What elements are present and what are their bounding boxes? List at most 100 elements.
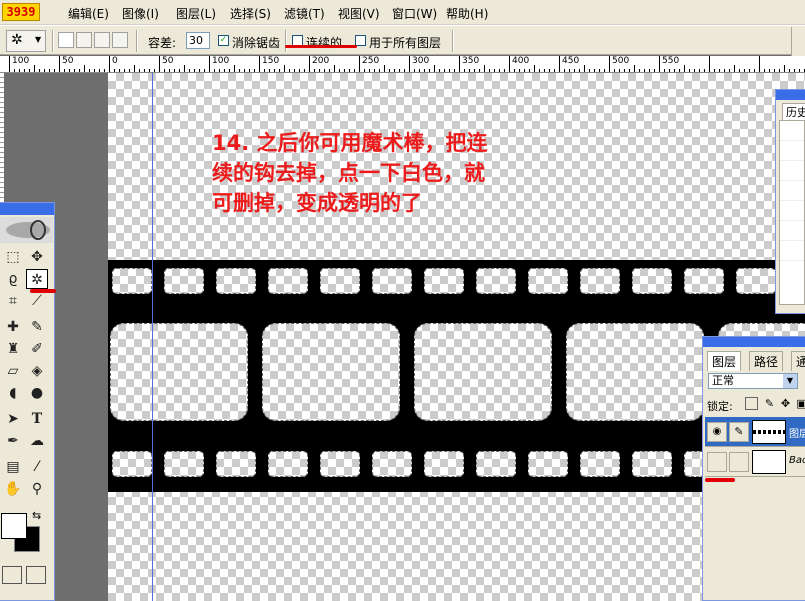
red-marker xyxy=(30,289,56,293)
eye-icon[interactable]: ◉ xyxy=(707,422,727,442)
brush-icon[interactable]: ✎ xyxy=(729,452,749,472)
history-row[interactable] xyxy=(780,161,804,181)
type-icon[interactable]: T xyxy=(26,409,48,429)
ruler-label: 100 xyxy=(212,56,230,66)
move-icon[interactable]: ✥ xyxy=(26,247,48,267)
hand-icon[interactable]: ✋ xyxy=(2,479,24,499)
tab-history[interactable]: 历史 xyxy=(782,103,805,121)
lasso-icon[interactable]: ϱ xyxy=(2,269,24,289)
stamp-icon[interactable]: ♜ xyxy=(2,339,24,359)
menu-view[interactable]: 视图(V) xyxy=(338,5,380,22)
lock-label: 锁定: xyxy=(707,400,733,413)
crop-icon[interactable]: ⌗ xyxy=(2,291,24,311)
history-row[interactable] xyxy=(780,121,804,141)
sprocket-hole xyxy=(632,451,672,477)
feather-logo-icon[interactable] xyxy=(0,217,53,243)
dodge-icon[interactable]: ● xyxy=(26,383,48,403)
all-layers-label: 用于所有图层 xyxy=(369,36,442,50)
lock-all-icon[interactable]: ▣ xyxy=(795,397,805,410)
contiguous-label: 连续的 xyxy=(306,36,343,50)
palette-well[interactable] xyxy=(791,27,805,57)
layer-thumbnail xyxy=(752,450,786,474)
quick-mask-button[interactable] xyxy=(26,566,46,584)
zoom-icon[interactable]: ⚲ xyxy=(26,479,48,499)
history-row[interactable] xyxy=(780,181,804,201)
guide-line[interactable] xyxy=(152,73,153,601)
sprocket-hole xyxy=(112,451,152,477)
menu-layer[interactable]: 图层(L) xyxy=(176,5,216,22)
blur-icon[interactable]: ◖ xyxy=(2,383,24,403)
ruler-label: 100 xyxy=(12,56,30,66)
menu-image[interactable]: 图像(I) xyxy=(122,5,159,22)
sprocket-hole xyxy=(112,268,152,294)
history-row[interactable] xyxy=(780,201,804,221)
magic-wand-icon: ✲ xyxy=(11,32,23,48)
tolerance-input[interactable] xyxy=(186,32,210,49)
intersect-selection-button[interactable] xyxy=(112,32,128,48)
eraser-icon[interactable]: ▱ xyxy=(2,361,24,381)
annotation-line: 14. 之后你可用魔术棒，把连 xyxy=(212,131,488,155)
tab-layers[interactable]: 图层 xyxy=(707,351,742,371)
brush-icon[interactable]: ✎ xyxy=(26,317,48,337)
slice-icon[interactable]: ⟋ xyxy=(26,291,48,311)
menu-edit[interactable]: 编辑(E) xyxy=(68,5,109,22)
brush-icon[interactable]: ✎ xyxy=(729,422,749,442)
sprocket-hole xyxy=(580,268,620,294)
blend-mode-select[interactable]: 正常 ▼ xyxy=(708,373,798,389)
history-row[interactable] xyxy=(780,241,804,261)
film-strip-layer xyxy=(108,260,805,492)
ruler-label: 300 xyxy=(412,56,430,66)
eye-icon[interactable]: ◉ xyxy=(707,452,727,472)
marquee-icon[interactable]: ⬚ xyxy=(2,247,24,267)
layers-title-bar[interactable] xyxy=(703,337,805,347)
history-brush-icon[interactable]: ✐ xyxy=(26,339,48,359)
lock-transparency-icon[interactable] xyxy=(745,397,758,410)
layer-name[interactable]: Bac xyxy=(789,455,805,466)
history-list[interactable] xyxy=(779,120,805,305)
menu-select[interactable]: 选择(S) xyxy=(230,5,271,22)
tab-channels[interactable]: 通 xyxy=(791,351,805,371)
film-frame xyxy=(110,323,248,421)
healing-icon[interactable]: ✚ xyxy=(2,317,24,337)
tools-title-bar[interactable] xyxy=(0,203,54,215)
history-row[interactable] xyxy=(780,221,804,241)
menu-filter[interactable]: 滤镜(T) xyxy=(284,5,325,22)
history-panel: 历史 xyxy=(775,89,805,314)
all-layers-checkbox[interactable] xyxy=(355,35,366,46)
notes-icon[interactable]: ▤ xyxy=(2,457,24,477)
layers-panel: 图层 路径 通 正常 ▼ 锁定: ✎ ✥ ▣ ◉ ✎ 图层 ◉ ✎ Bac xyxy=(702,336,805,601)
chevron-down-icon: ▼ xyxy=(783,374,797,388)
add-selection-button[interactable] xyxy=(76,32,92,48)
eyedropper-icon[interactable]: ⁄ xyxy=(26,457,48,477)
sprocket-hole xyxy=(736,268,776,294)
standard-mode-button[interactable] xyxy=(2,566,22,584)
sprocket-hole xyxy=(684,268,724,294)
pen-icon[interactable]: ✒ xyxy=(2,431,24,451)
history-row[interactable] xyxy=(780,141,804,161)
shape-icon[interactable]: ☁ xyxy=(26,431,48,451)
new-selection-button[interactable] xyxy=(58,32,74,48)
lock-move-icon[interactable]: ✥ xyxy=(779,397,792,410)
tool-preset-picker[interactable]: ✲ ▼ xyxy=(6,30,46,52)
swap-colors-icon[interactable]: ⇆ xyxy=(32,509,41,522)
layer-row[interactable]: ◉ ✎ 图层 xyxy=(705,417,805,447)
subtract-selection-button[interactable] xyxy=(94,32,110,48)
tab-paths[interactable]: 路径 xyxy=(749,351,784,371)
ruler-label: 500 xyxy=(612,56,630,66)
menu-window[interactable]: 窗口(W) xyxy=(392,5,437,22)
antialias-checkbox[interactable]: ✓ xyxy=(218,35,229,46)
path-select-icon[interactable]: ➤ xyxy=(2,409,24,429)
sprocket-hole xyxy=(476,268,516,294)
fill-icon[interactable]: ◈ xyxy=(26,361,48,381)
sprocket-hole xyxy=(528,268,568,294)
annotation-line: 可删掉，变成透明的了 xyxy=(212,191,422,215)
sprocket-hole xyxy=(268,451,308,477)
layer-row[interactable]: ◉ ✎ Bac xyxy=(705,447,805,477)
magic-wand-icon[interactable]: ✲ xyxy=(26,269,48,289)
menu-help[interactable]: 帮助(H) xyxy=(446,5,488,22)
history-title-bar[interactable] xyxy=(776,90,805,100)
foreground-color-swatch[interactable] xyxy=(1,513,27,539)
ruler-label: 0 xyxy=(112,56,118,66)
lock-paint-icon[interactable]: ✎ xyxy=(763,397,776,410)
layer-name[interactable]: 图层 xyxy=(789,425,805,440)
